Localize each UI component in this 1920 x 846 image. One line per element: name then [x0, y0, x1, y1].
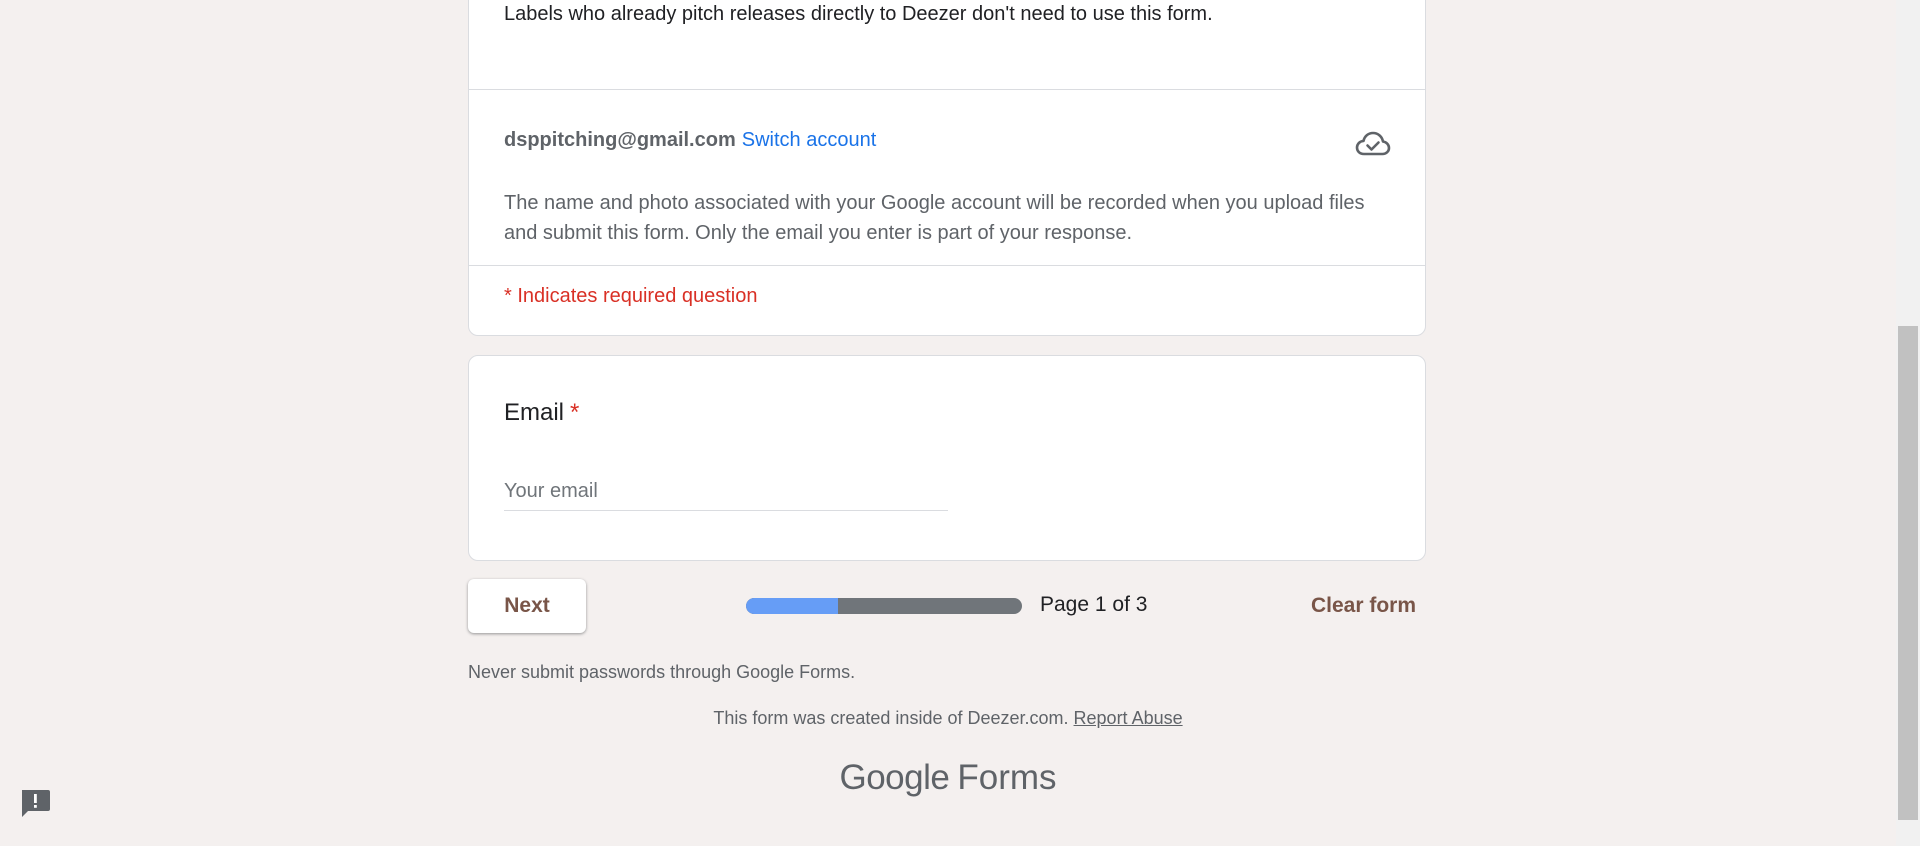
- required-asterisk: *: [570, 399, 580, 426]
- question-title-label: Email: [504, 399, 565, 426]
- password-warning: Never submit passwords through Google Fo…: [468, 662, 856, 682]
- cloud-done-icon: [1355, 131, 1391, 156]
- clear-form-button[interactable]: Clear form: [1290, 579, 1430, 633]
- brand-forms: Forms: [957, 758, 1057, 797]
- progress-bar-fill: [746, 598, 838, 614]
- form-header-card: Labels who already pitch releases direct…: [468, 0, 1426, 336]
- progress-bar: [746, 598, 1022, 614]
- switch-account-link[interactable]: Switch account: [742, 129, 877, 151]
- form-description: Labels who already pitch releases direct…: [504, 3, 1213, 25]
- privacy-notice: The name and photo associated with your …: [504, 192, 1365, 244]
- question-title: Email *: [504, 399, 579, 427]
- report-abuse-link[interactable]: Report Abuse: [1074, 708, 1183, 728]
- scrollbar-thumb[interactable]: [1898, 326, 1918, 820]
- email-question-card: Email *: [468, 355, 1426, 561]
- feedback-icon[interactable]: [19, 788, 51, 818]
- email-input[interactable]: [504, 472, 948, 511]
- page-indicator: Page 1 of 3: [1040, 593, 1148, 616]
- header-divider: [469, 89, 1425, 90]
- brand-google: Google: [839, 758, 950, 797]
- account-email: dsppitching@gmail.com: [504, 129, 736, 151]
- footer-disclaimer: This form was created inside of Deezer.c…: [0, 708, 1896, 729]
- form-page: Labels who already pitch releases direct…: [0, 0, 1920, 846]
- notice-divider: [469, 265, 1425, 266]
- created-note: This form was created inside of Deezer.c…: [713, 708, 1069, 728]
- next-button[interactable]: Next: [468, 579, 586, 633]
- required-question-note: * Indicates required question: [504, 285, 758, 307]
- account-row: dsppitching@gmail.com Switch account: [504, 129, 876, 152]
- google-forms-logo[interactable]: Google Forms: [0, 758, 1896, 798]
